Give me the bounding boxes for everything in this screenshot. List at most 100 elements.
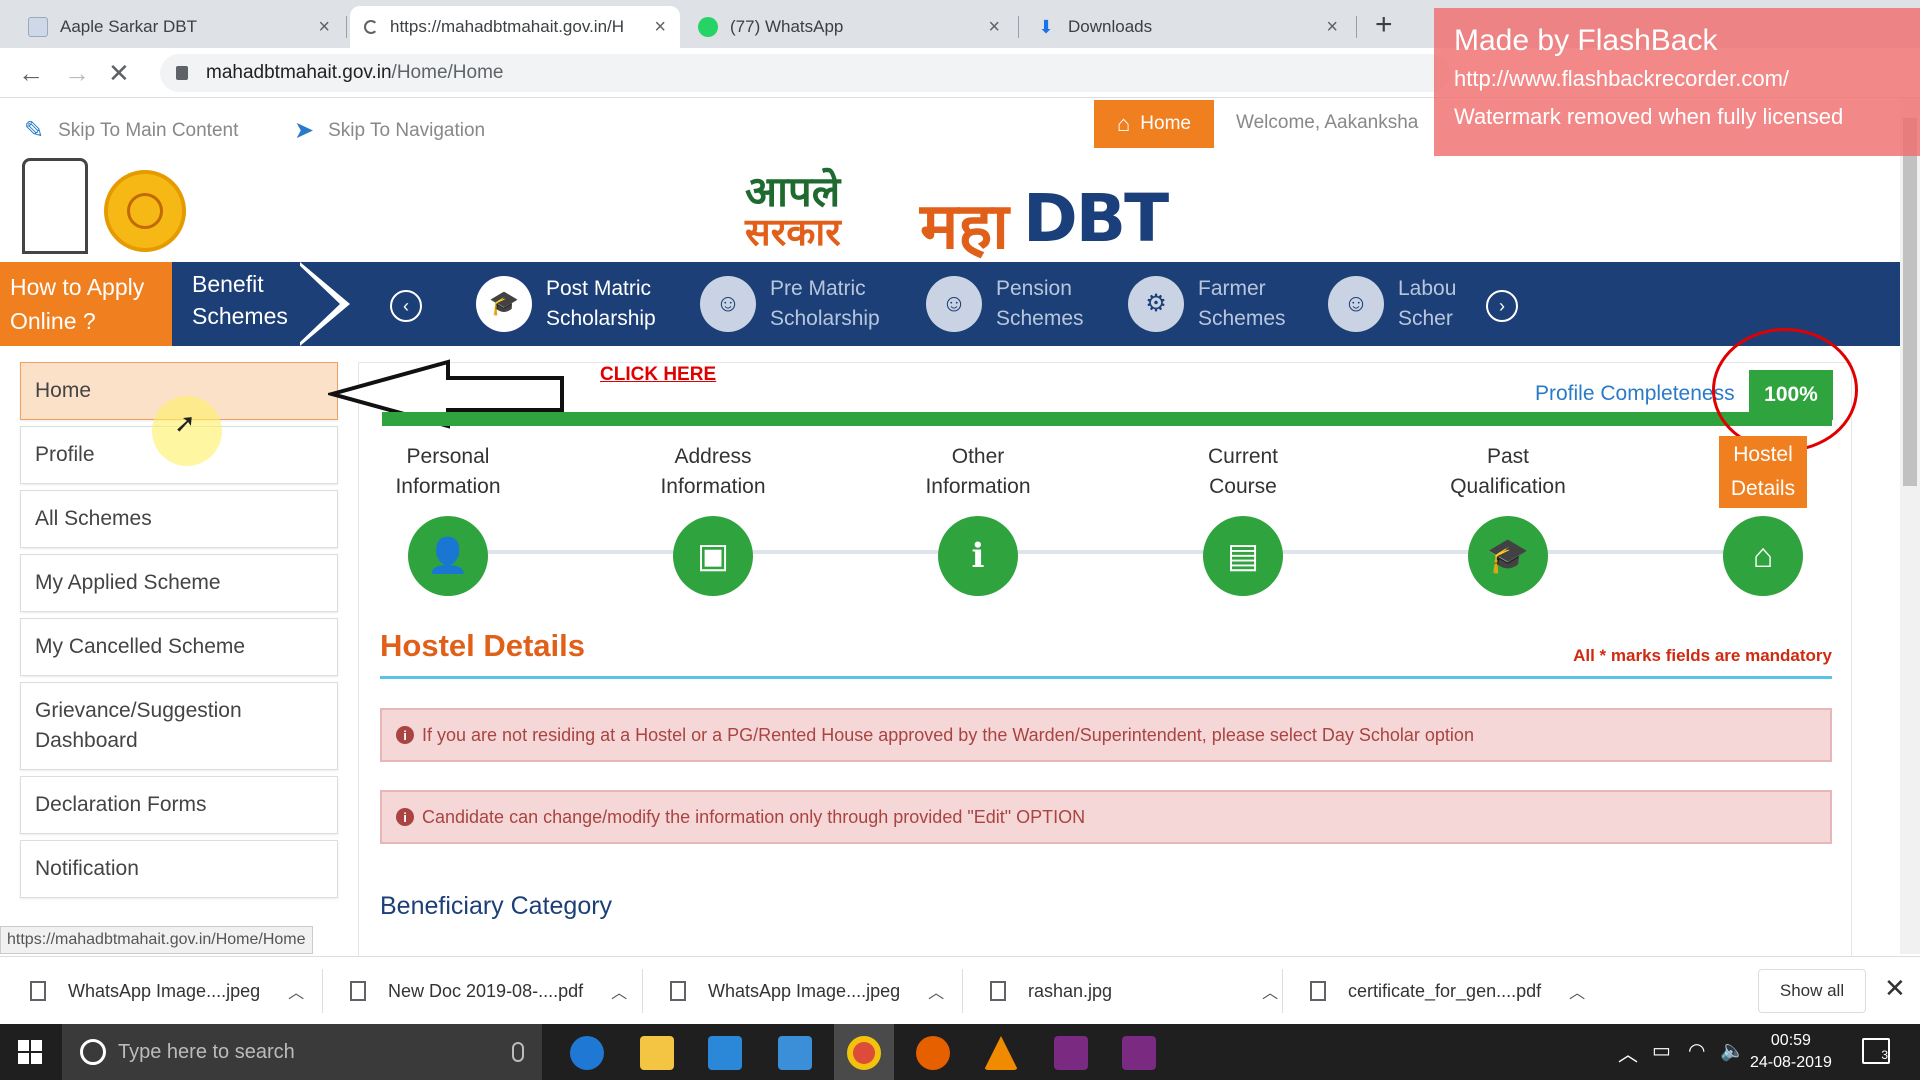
download-item[interactable]: WhatsApp Image....jpeg ︿: [30, 969, 304, 1013]
skip-to-navigation-link[interactable]: ➤ Skip To Navigation: [294, 116, 485, 145]
menu-item-notification[interactable]: Notification: [20, 840, 338, 898]
tractor-icon: ⚙: [1128, 276, 1184, 332]
address-bar[interactable]: mahadbtmahait.gov.in/Home/Home: [160, 54, 1450, 92]
step-label-line1: Hostel: [1727, 438, 1799, 472]
scheme-pension[interactable]: ☺ Pension Schemes: [926, 274, 1084, 334]
section-title: Hostel Details: [380, 628, 586, 663]
how-to-apply-link[interactable]: How to Apply Online ?: [0, 262, 172, 346]
mandatory-note: All * marks fields are mandatory: [1573, 646, 1832, 665]
step-address-information[interactable]: Address Information ▣: [613, 440, 978, 596]
skip-to-main-link[interactable]: ✎ Skip To Main Content: [24, 116, 238, 145]
download-item[interactable]: certificate_for_gen....pdf ︿: [1310, 969, 1585, 1013]
welcome-user[interactable]: Welcome, Aakanksha: [1236, 112, 1418, 134]
benefit-schemes-label: Benefit Schemes: [192, 271, 288, 329]
stop-loading-icon[interactable]: ✕: [108, 58, 130, 89]
step-other-information[interactable]: Other Information i: [878, 440, 1243, 596]
taskbar-search-box[interactable]: Type here to search: [62, 1024, 542, 1080]
notification-center-icon[interactable]: 3: [1862, 1038, 1890, 1064]
battery-icon[interactable]: ▭: [1652, 1038, 1671, 1063]
close-icon[interactable]: ×: [654, 16, 666, 39]
scheme-next-button[interactable]: ›: [1486, 290, 1518, 322]
page-icon: [28, 17, 48, 37]
step-label-line2: Information: [660, 475, 766, 498]
browser-tab[interactable]: (77) WhatsApp ×: [684, 6, 1014, 48]
close-icon[interactable]: ×: [1326, 16, 1338, 39]
profile-completeness-label: Profile Completeness: [1535, 382, 1735, 405]
scheme-post-matric[interactable]: 🎓 Post Matric Scholarship: [476, 274, 656, 334]
profile-progress-bar: [382, 412, 1832, 426]
status-bar-url: https://mahadbtmahait.gov.in/Home/Home: [0, 926, 313, 954]
notification-count: 3: [1881, 1048, 1888, 1062]
browser-tab[interactable]: Aaple Sarkar DBT ×: [14, 6, 344, 48]
download-separator: [1282, 969, 1283, 1013]
back-icon[interactable]: ←: [18, 58, 44, 89]
step-label-line2: Details: [1724, 472, 1802, 506]
menu-item-declaration-forms[interactable]: Declaration Forms: [20, 776, 338, 834]
section-divider: [380, 676, 1832, 679]
chevron-up-icon[interactable]: ︿: [1262, 979, 1278, 1003]
chevron-up-icon[interactable]: ︿: [1569, 979, 1585, 1003]
close-icon[interactable]: ✕: [1884, 973, 1906, 1004]
vlc-icon[interactable]: [984, 1036, 1018, 1070]
logo-aaple-text: आपले: [745, 167, 841, 216]
edge-browser-icon[interactable]: [570, 1036, 604, 1070]
app-icon[interactable]: [778, 1036, 812, 1070]
chevron-up-icon[interactable]: ︿: [611, 979, 627, 1003]
menu-item-applied-scheme[interactable]: My Applied Scheme: [20, 554, 338, 612]
firefox-icon[interactable]: [916, 1036, 950, 1070]
recorder-app-icon[interactable]: [1054, 1036, 1088, 1070]
browser-tab-active[interactable]: https://mahadbtmahait.gov.in/H ×: [350, 6, 680, 48]
step-current-course[interactable]: Current Course ▤: [1143, 440, 1508, 596]
download-icon: ⬇: [1038, 17, 1054, 37]
wifi-icon[interactable]: ◠: [1688, 1038, 1705, 1063]
pencil-icon: ✎: [24, 117, 45, 144]
whatsapp-icon: [698, 17, 718, 37]
chevron-up-icon[interactable]: ︿: [288, 979, 304, 1003]
chrome-icon[interactable]: [847, 1036, 881, 1070]
scheme-labour[interactable]: ☺ Labou Scher: [1328, 274, 1456, 334]
step-past-qualification[interactable]: Past Qualification 🎓: [1408, 440, 1763, 596]
volume-icon[interactable]: 🔈: [1720, 1038, 1745, 1063]
microphone-icon[interactable]: [512, 1042, 524, 1062]
windows-start-icon[interactable]: [18, 1040, 42, 1064]
download-filename: certificate_for_gen....pdf: [1348, 980, 1542, 1001]
download-separator: [642, 969, 643, 1013]
download-item[interactable]: New Doc 2019-08-....pdf ︿: [350, 969, 627, 1013]
download-item[interactable]: WhatsApp Image....jpeg ︿: [670, 969, 944, 1013]
step-personal-information[interactable]: Personal Information 👤: [348, 440, 713, 596]
navigation-arrow-icon: ➤: [294, 117, 315, 144]
forward-icon[interactable]: →: [64, 58, 90, 89]
store-icon[interactable]: [708, 1036, 742, 1070]
scheme-label-line2: Schemes: [996, 307, 1084, 330]
chevron-up-icon[interactable]: ︿: [928, 979, 944, 1003]
alert-text: Candidate can change/modify the informat…: [422, 806, 1086, 827]
close-icon[interactable]: ×: [318, 16, 330, 39]
download-item[interactable]: rashan.jpg ︿: [990, 969, 1278, 1013]
menu-item-grievance[interactable]: Grievance/Suggestion Dashboard: [20, 682, 338, 770]
scheme-pre-matric[interactable]: ☺ Pre Matric Scholarship: [700, 274, 880, 334]
alert-edit-option: i Candidate can change/modify the inform…: [380, 790, 1832, 844]
chevron-up-icon[interactable]: ︿: [1618, 1038, 1638, 1067]
scheme-farmer[interactable]: ⚙ Farmer Schemes: [1128, 274, 1286, 334]
browser-tab[interactable]: ⬇ Downloads ×: [1022, 6, 1352, 48]
menu-item-cancelled-scheme[interactable]: My Cancelled Scheme: [20, 618, 338, 676]
show-all-downloads-button[interactable]: Show all: [1758, 969, 1866, 1013]
new-tab-button[interactable]: +: [1375, 8, 1393, 42]
file-explorer-icon[interactable]: [640, 1036, 674, 1070]
skip-nav-label: Skip To Navigation: [328, 119, 486, 141]
tab-title: https://mahadbtmahait.gov.in/H: [390, 17, 625, 36]
step-hostel-details[interactable]: Hostel Details ⌂: [1663, 436, 1863, 596]
scheme-prev-button[interactable]: ‹: [390, 290, 422, 322]
lock-icon: [176, 66, 188, 80]
step-label-line2: Course: [1209, 475, 1277, 498]
player-app-icon[interactable]: [1122, 1036, 1156, 1070]
taskbar-clock[interactable]: 00:59 24-08-2019: [1750, 1030, 1832, 1074]
menu-item-all-schemes[interactable]: All Schemes: [20, 490, 338, 548]
student-icon: ☺: [700, 276, 756, 332]
top-home-button[interactable]: ⌂ Home: [1094, 100, 1214, 148]
maharashtra-seal-logo: [104, 170, 186, 252]
scrollbar-thumb[interactable]: [1903, 118, 1917, 486]
close-icon[interactable]: ×: [988, 16, 1000, 39]
scheme-label-line1: Pension: [996, 277, 1072, 300]
home-icon: ⌂: [1723, 516, 1803, 596]
